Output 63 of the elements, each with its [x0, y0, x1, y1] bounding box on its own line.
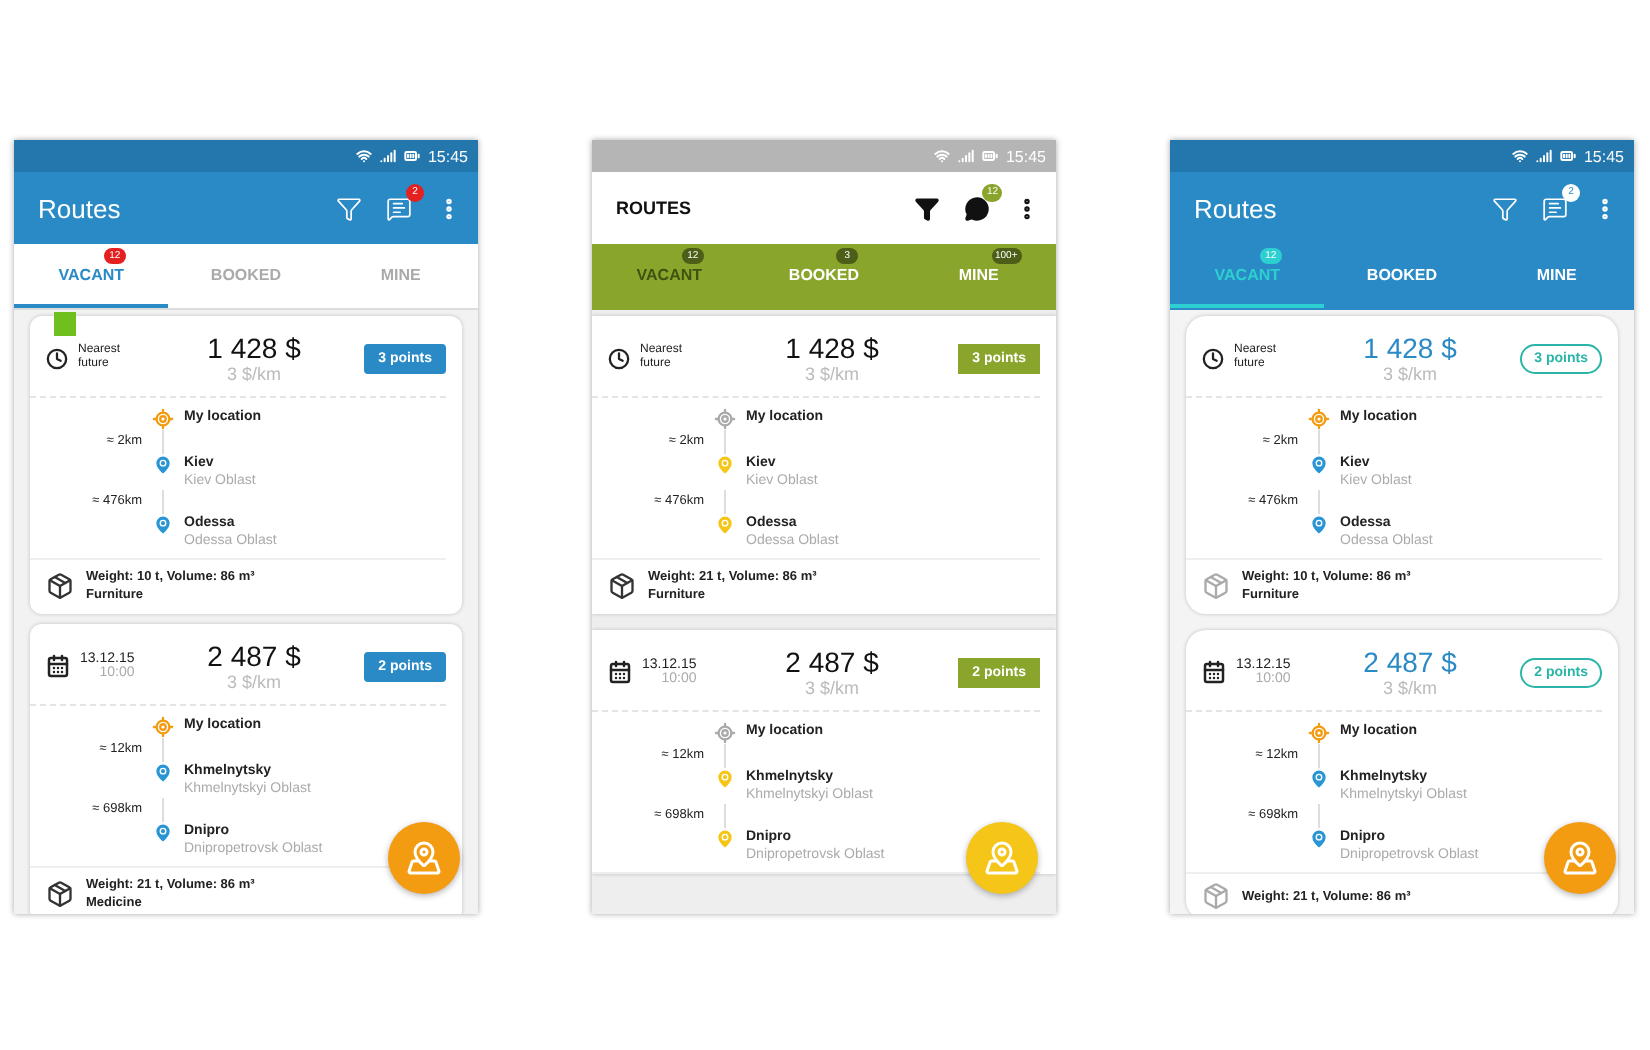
map-pin-icon	[1562, 840, 1598, 876]
cargo-icon	[1202, 882, 1230, 910]
location-target-icon	[1307, 408, 1329, 430]
status-time: 15:45	[427, 147, 468, 165]
rate: 3 $/km	[804, 364, 859, 384]
price: 2 487 $	[1363, 646, 1457, 678]
screen-title: Routes	[38, 193, 123, 223]
battery-icon	[981, 148, 998, 164]
tab[interactable]: MINE	[1479, 244, 1634, 308]
price: 2 487 $	[785, 646, 879, 678]
cargo-icon	[1202, 572, 1230, 600]
map-pin-icon	[713, 454, 735, 476]
price: 1 428 $	[785, 332, 879, 364]
map-pin-icon	[406, 840, 442, 876]
location-target-icon	[151, 408, 173, 430]
location-target-icon	[1307, 722, 1329, 744]
rate: 3 $/km	[1382, 678, 1437, 698]
map-pin-icon	[713, 828, 735, 850]
signal-icon	[957, 148, 974, 164]
map-pin-icon	[1307, 514, 1329, 536]
location-target-icon	[713, 408, 735, 430]
location-target-icon	[713, 722, 735, 744]
map-pin-icon	[151, 514, 173, 536]
map-pin-icon	[1307, 828, 1329, 850]
cargo-icon	[46, 572, 74, 600]
chat-icon[interactable]	[964, 195, 990, 221]
map-pin-icon	[1307, 768, 1329, 790]
rate: 3 $/km	[804, 678, 859, 698]
price: 1 428 $	[207, 332, 301, 364]
filter-icon[interactable]	[914, 195, 940, 221]
signal-icon	[379, 148, 396, 164]
cargo-icon	[608, 572, 636, 600]
map-pin-icon	[984, 840, 1020, 876]
signal-icon	[1535, 148, 1552, 164]
price: 1 428 $	[1363, 332, 1457, 364]
map-pin-icon	[151, 822, 173, 844]
wifi-icon	[355, 148, 372, 164]
calendar-icon	[1202, 660, 1226, 684]
battery-icon	[1559, 148, 1576, 164]
rate: 3 $/km	[226, 672, 281, 692]
battery-icon	[403, 148, 420, 164]
map-pin-icon	[1307, 454, 1329, 476]
screen-title: ROUTES	[616, 198, 694, 218]
map-pin-icon	[151, 454, 173, 476]
tab[interactable]: BOOKED	[1324, 244, 1480, 308]
clock-icon	[608, 347, 630, 369]
wifi-icon	[933, 148, 950, 164]
map-pin-icon	[151, 762, 173, 784]
map-pin-icon	[713, 514, 735, 536]
status-time: 15:45	[1583, 147, 1624, 165]
clock-icon	[46, 347, 68, 369]
rate: 3 $/km	[1382, 364, 1437, 384]
map-pin-icon	[713, 768, 735, 790]
wifi-icon	[1511, 148, 1528, 164]
calendar-icon	[46, 654, 70, 678]
clock-icon	[1202, 347, 1224, 369]
cargo-icon	[46, 880, 74, 908]
calendar-icon	[608, 660, 632, 684]
rate: 3 $/km	[226, 364, 281, 384]
screen-title: Routes	[1194, 193, 1279, 223]
price: 2 487 $	[207, 640, 301, 672]
status-time: 15:45	[1005, 147, 1046, 165]
location-target-icon	[151, 716, 173, 738]
